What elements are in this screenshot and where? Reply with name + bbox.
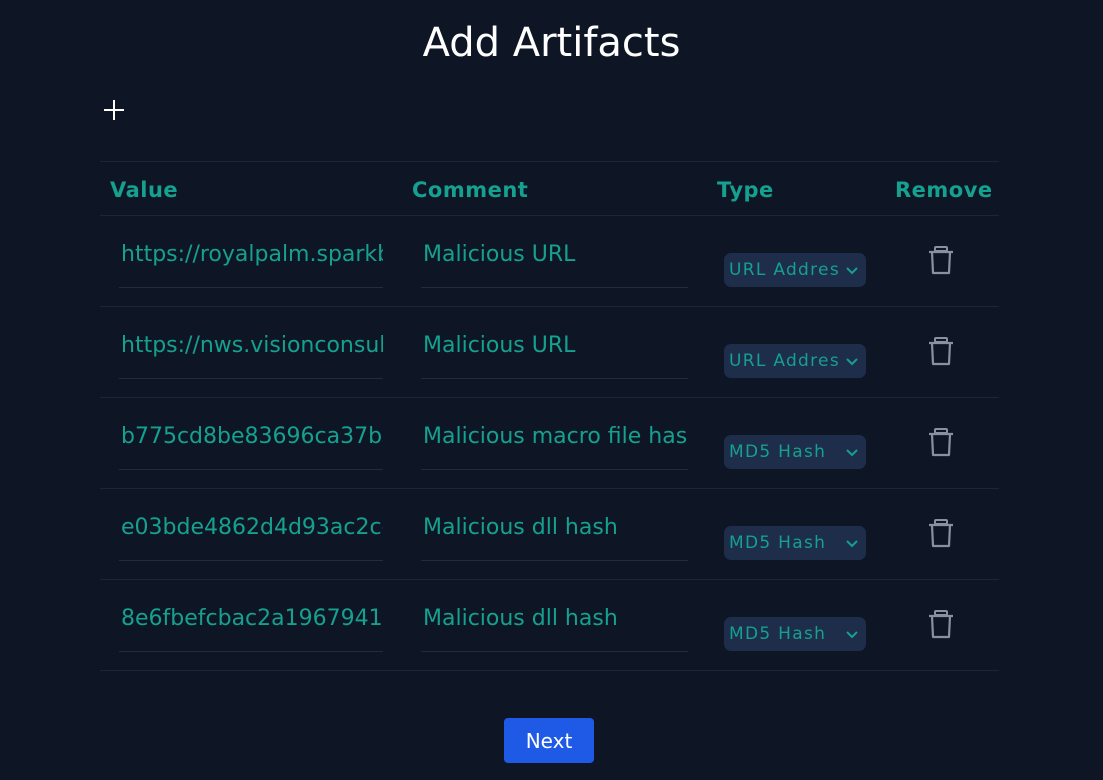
type-select[interactable]: MD5 Hash (724, 617, 866, 651)
comment-input[interactable]: Malicious dll hash (421, 600, 688, 652)
comment-input[interactable]: Malicious macro file hash (421, 418, 688, 470)
table-row: b775cd8be83696ca37b2f Malicious macro fi… (100, 398, 999, 489)
chevron-down-icon (846, 267, 858, 275)
add-artifacts-page: Add Artifacts Value Comment Type Remove … (0, 0, 1103, 780)
value-input[interactable]: https://nws.visionconsult (119, 327, 383, 379)
trash-icon[interactable] (927, 609, 955, 639)
add-artifact-button[interactable] (100, 96, 128, 124)
value-input[interactable]: 8e6fbefcbac2a1967941fa (119, 600, 383, 652)
chevron-down-icon (846, 358, 858, 366)
header-value: Value (110, 178, 179, 202)
chevron-down-icon (846, 540, 858, 548)
type-select-value: MD5 Hash (729, 533, 827, 553)
type-select[interactable]: MD5 Hash (724, 526, 866, 560)
trash-icon[interactable] (927, 518, 955, 548)
type-select[interactable]: URL Address (724, 253, 866, 287)
trash-icon[interactable] (927, 427, 955, 457)
type-select[interactable]: URL Address (724, 344, 866, 378)
trash-icon[interactable] (927, 336, 955, 366)
artifacts-table: Value Comment Type Remove https://royalp… (100, 161, 999, 671)
chevron-down-icon (846, 631, 858, 639)
table-row: https://nws.visionconsult Malicious URL … (100, 307, 999, 398)
value-input[interactable]: b775cd8be83696ca37b2f (119, 418, 383, 470)
table-header: Value Comment Type Remove (100, 162, 999, 216)
type-select-value: URL Address (729, 260, 839, 280)
type-select-value: MD5 Hash (729, 442, 827, 462)
next-button[interactable]: Next (504, 718, 594, 763)
chevron-down-icon (846, 449, 858, 457)
value-input[interactable]: e03bde4862d4d93ac2cee (119, 509, 383, 561)
type-select[interactable]: MD5 Hash (724, 435, 866, 469)
comment-input[interactable]: Malicious URL (421, 236, 688, 288)
header-type: Type (717, 178, 774, 202)
plus-icon (104, 100, 124, 120)
comment-input[interactable]: Malicious URL (421, 327, 688, 379)
type-select-value: MD5 Hash (729, 624, 827, 644)
type-select-value: URL Address (729, 351, 839, 371)
trash-icon[interactable] (927, 245, 955, 275)
table-row: https://royalpalm.sparkbl Malicious URL … (100, 216, 999, 307)
table-row: 8e6fbefcbac2a1967941fa Malicious dll has… (100, 580, 999, 671)
header-comment: Comment (412, 178, 529, 202)
table-row: e03bde4862d4d93ac2cee Malicious dll hash… (100, 489, 999, 580)
value-input[interactable]: https://royalpalm.sparkbl (119, 236, 383, 288)
page-title: Add Artifacts (422, 20, 681, 66)
header-remove: Remove (895, 178, 993, 202)
comment-input[interactable]: Malicious dll hash (421, 509, 688, 561)
